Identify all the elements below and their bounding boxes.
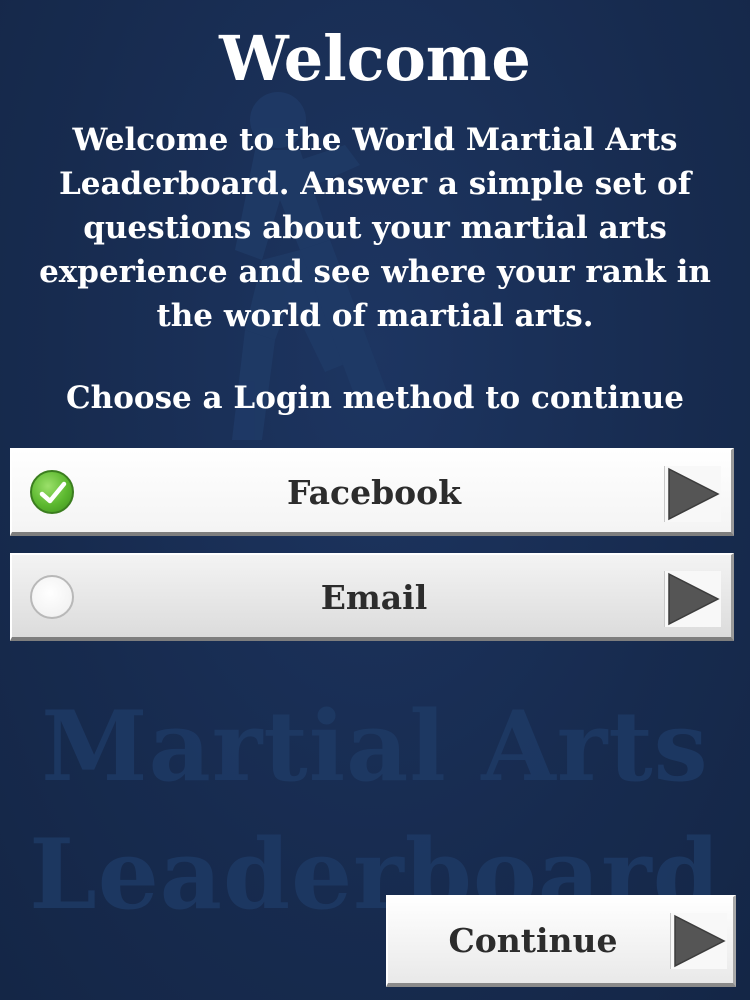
email-login-option[interactable]: Email: [10, 553, 734, 641]
play-arrow-icon: [664, 571, 721, 627]
watermark-line-1: Martial Arts: [41, 690, 709, 803]
email-option-label: Email: [320, 578, 428, 617]
play-arrow-icon: [664, 466, 721, 522]
continue-label: Continue: [448, 921, 618, 960]
facebook-login-option[interactable]: Facebook: [10, 448, 734, 536]
login-prompt: Choose a Login method to continue: [66, 380, 684, 416]
continue-button[interactable]: Continue: [386, 895, 736, 987]
welcome-screen: Martial Arts Leaderboard Welcome Welcome…: [0, 0, 750, 1000]
page-title: Welcome: [219, 22, 531, 95]
intro-text: Welcome to the World Martial Arts Leader…: [39, 122, 711, 334]
play-arrow-icon: [670, 913, 727, 969]
facebook-option-label: Facebook: [286, 473, 462, 512]
